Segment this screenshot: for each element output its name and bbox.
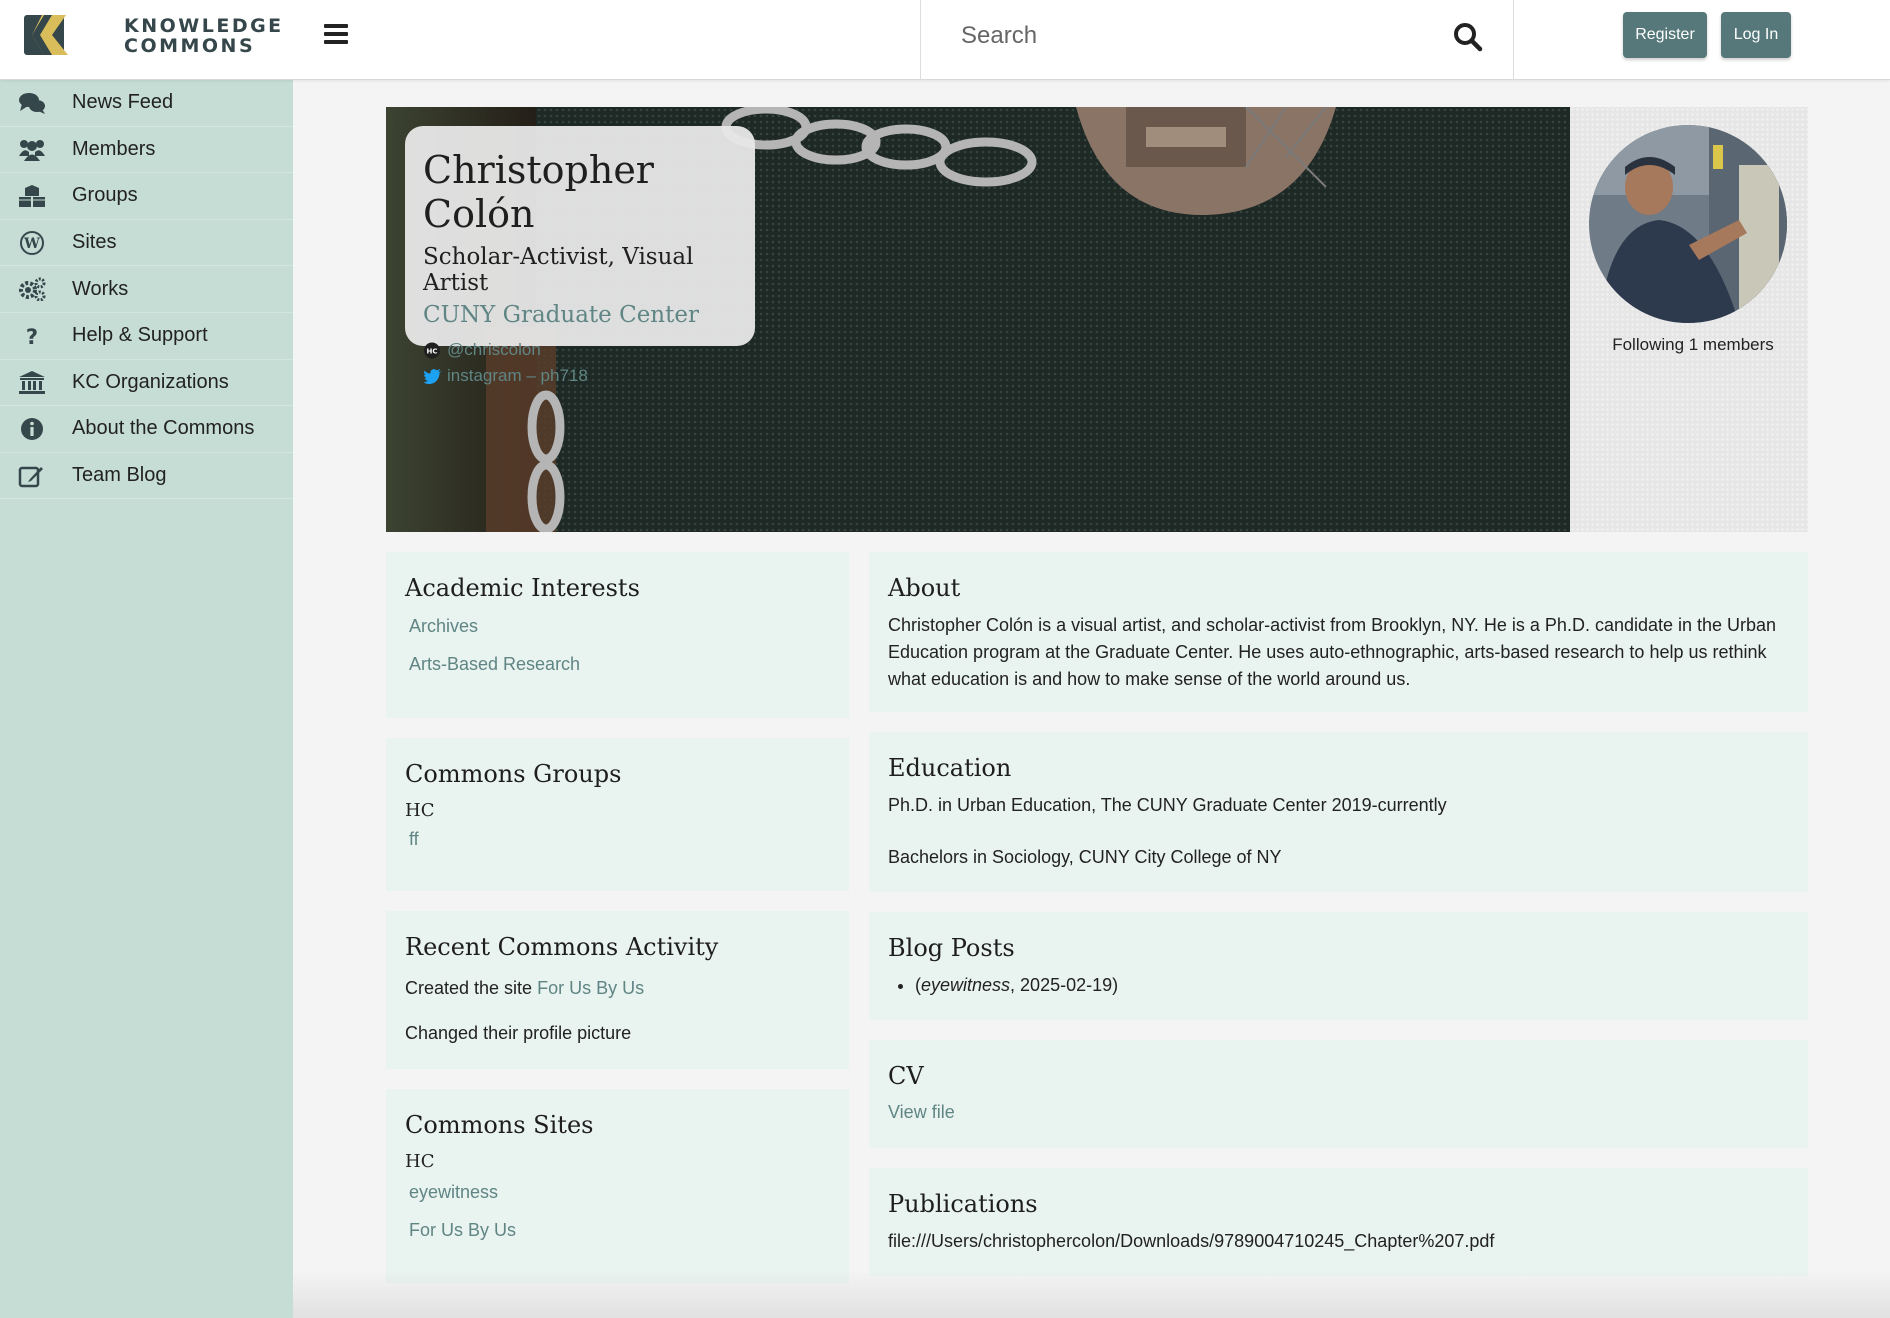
logo-wordmark: KNOWLEDGE COMMONS (124, 15, 284, 57)
following-count[interactable]: Following 1 members (1581, 335, 1805, 355)
cogs-icon (19, 277, 46, 302)
twitter-row[interactable]: instagram – ph718 (423, 366, 737, 386)
knowledge-commons-logo[interactable]: KNOWLEDGE COMMONS (24, 12, 281, 58)
profile-avatar[interactable] (1589, 125, 1787, 323)
cubes-icon (19, 185, 45, 208)
activity-item: Created the site For Us By Us (405, 975, 830, 1002)
hc-handle: @chriscolon (447, 340, 541, 359)
sidebar-item-kc-organizations[interactable]: KC Organizations (0, 360, 293, 407)
blog-posts-panel: Blog Posts (eyewitness, 2025-02-19) (869, 912, 1808, 1020)
site-link[interactable]: eyewitness (409, 1182, 830, 1203)
sidebar-nav: News Feed Members Groups W Sites Works ?… (0, 80, 293, 1318)
hamburger-menu-icon[interactable] (324, 24, 348, 46)
panel-heading: Education (888, 754, 1012, 782)
panel-heading: Publications (888, 1190, 1038, 1218)
cv-panel: CV View file (869, 1040, 1808, 1148)
panel-heading: Commons Groups (405, 760, 622, 788)
register-button[interactable]: Register (1623, 12, 1707, 58)
sidebar-item-about[interactable]: About the Commons (0, 406, 293, 453)
twitter-bird-icon (423, 368, 441, 384)
education-panel: Education Ph.D. in Urban Education, The … (869, 732, 1808, 892)
svg-text:HC: HC (427, 347, 438, 355)
logo-line-1: KNOWLEDGE (124, 15, 284, 37)
sidebar-item-help[interactable]: ? Help & Support (0, 313, 293, 360)
sidebar-item-members[interactable]: Members (0, 127, 293, 174)
profile-banner: Christopher Colón Scholar-Activist, Visu… (386, 107, 1808, 532)
activity-text: Created the site (405, 978, 533, 998)
sidebar-item-label: Groups (72, 184, 138, 207)
about-panel: About Christopher Colón is a visual arti… (869, 552, 1808, 712)
sidebar-item-news-feed[interactable]: News Feed (0, 80, 293, 127)
site-link[interactable]: For Us By Us (409, 1220, 830, 1241)
wordpress-icon: W (20, 230, 44, 255)
comments-icon (19, 93, 45, 114)
blog-post-date: , 2025-02-19) (1010, 975, 1119, 995)
kc-logo-icon (24, 15, 68, 55)
interest-link[interactable]: Archives (409, 616, 830, 637)
login-button[interactable]: Log In (1721, 12, 1791, 58)
panel-heading: Blog Posts (888, 934, 1015, 962)
hc-icon: HC (424, 342, 440, 358)
profile-institution-link[interactable]: CUNY Graduate Center (423, 302, 737, 328)
blog-post-list: (eyewitness, 2025-02-19) (915, 972, 1789, 999)
hc-handle-row[interactable]: HC @chriscolon (423, 340, 737, 360)
panel-heading: About (888, 574, 961, 602)
publications-panel: Publications file:///Users/christopherco… (869, 1168, 1808, 1276)
commons-sites-panel: Commons Sites HC eyewitness For Us By Us (386, 1089, 849, 1283)
recent-activity-panel: Recent Commons Activity Created the site… (386, 911, 849, 1069)
question-icon: ? (26, 325, 38, 348)
sidebar-item-label: KC Organizations (72, 370, 229, 393)
twitter-handle: instagram – ph718 (447, 366, 588, 385)
profile-name: Christopher Colón (423, 148, 654, 236)
sidebar-item-groups[interactable]: Groups (0, 173, 293, 220)
panel-heading: CV (888, 1062, 924, 1090)
publication-item: file:///Users/christophercolon/Downloads… (888, 1231, 1495, 1251)
about-text: Christopher Colón is a visual artist, an… (888, 615, 1777, 689)
academic-interests-panel: Academic Interests Archives Arts-Based R… (386, 552, 849, 718)
blog-site-name: eyewitness (921, 975, 1011, 995)
activity-item: Changed their profile picture (405, 1023, 632, 1043)
bottom-fade (293, 1270, 1890, 1318)
profile-title: Scholar-Activist, Visual Artist (423, 244, 694, 296)
sidebar-item-sites[interactable]: W Sites (0, 220, 293, 267)
panel-heading: Recent Commons Activity (405, 933, 719, 961)
sidebar-item-label: Members (72, 137, 156, 160)
site-header: KNOWLEDGE COMMONS Register Log In (0, 0, 1890, 80)
interest-link[interactable]: Arts-Based Research (409, 654, 830, 675)
sidebar-item-team-blog[interactable]: Team Blog (0, 453, 293, 500)
info-icon (21, 418, 43, 441)
sidebar-item-label: About the Commons (72, 417, 255, 440)
panel-heading: Commons Sites (405, 1111, 594, 1139)
cv-view-file-link[interactable]: View file (888, 1102, 1789, 1123)
logo-line-2: COMMONS (124, 35, 256, 57)
search-box (920, 0, 1514, 80)
sidebar-item-label: Works (72, 277, 129, 300)
svg-text:W: W (23, 236, 40, 252)
search-icon[interactable] (1453, 22, 1483, 52)
svg-text:?: ? (26, 325, 38, 348)
network-label: HC (405, 800, 435, 821)
sidebar-item-works[interactable]: Works (0, 266, 293, 313)
sidebar-item-label: Team Blog (72, 464, 167, 487)
education-item: Ph.D. in Urban Education, The CUNY Gradu… (888, 795, 1447, 815)
profile-name-card: Christopher Colón Scholar-Activist, Visu… (405, 126, 755, 385)
sidebar-item-label: Sites (72, 231, 117, 254)
users-icon (19, 139, 45, 161)
edit-icon (18, 466, 43, 487)
sidebar-item-label: Help & Support (72, 324, 208, 347)
education-item: Bachelors in Sociology, CUNY City Colleg… (888, 847, 1282, 867)
panel-heading: Academic Interests (405, 574, 640, 602)
search-input[interactable] (961, 18, 1441, 54)
network-label: HC (405, 1151, 435, 1172)
commons-groups-panel: Commons Groups HC ff (386, 738, 849, 891)
blog-post-item[interactable]: (eyewitness, 2025-02-19) (915, 972, 1789, 999)
activity-site-link[interactable]: For Us By Us (537, 978, 644, 998)
group-link[interactable]: ff (409, 829, 830, 850)
institution-icon (19, 370, 45, 394)
sidebar-item-label: News Feed (72, 91, 174, 114)
